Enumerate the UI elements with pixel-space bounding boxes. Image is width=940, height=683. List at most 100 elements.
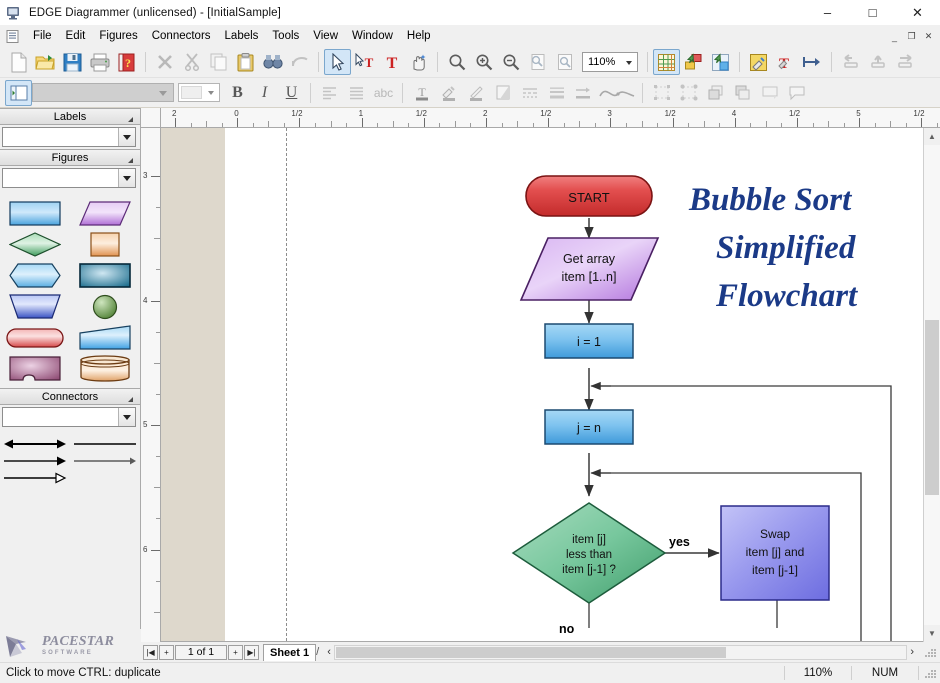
find-button[interactable] bbox=[259, 49, 286, 75]
add-page-before-button[interactable]: + bbox=[159, 644, 174, 660]
figure-props-button[interactable] bbox=[707, 49, 734, 75]
connectors-panel-header[interactable]: Connectors bbox=[0, 388, 140, 405]
window-resize-grip-icon[interactable] bbox=[923, 666, 937, 680]
arrow-style-button[interactable] bbox=[570, 80, 597, 106]
diagram-canvas[interactable]: START Get array item [1..n] i = 1 j = n … bbox=[161, 128, 923, 642]
comment-balloon-button[interactable] bbox=[783, 80, 810, 106]
fill-style-button[interactable] bbox=[745, 49, 772, 75]
toggle-grid-button[interactable] bbox=[653, 49, 680, 75]
align-right-button[interactable] bbox=[891, 49, 918, 75]
send-back-button[interactable] bbox=[729, 80, 756, 106]
group-button[interactable] bbox=[648, 80, 675, 106]
print-button[interactable] bbox=[86, 49, 113, 75]
shape-trapezoid-blue[interactable] bbox=[0, 291, 70, 322]
text-select-tool-button[interactable]: T bbox=[351, 49, 378, 75]
curve-line-button[interactable] bbox=[597, 80, 637, 106]
italic-button[interactable]: I bbox=[251, 80, 278, 106]
underline-button[interactable]: U bbox=[278, 80, 305, 106]
text-tool-button[interactable]: T bbox=[378, 49, 405, 75]
menu-view[interactable]: View bbox=[306, 27, 345, 46]
menu-file[interactable]: File bbox=[26, 27, 59, 46]
font-size-select[interactable] bbox=[178, 83, 220, 102]
shape-rect-teal[interactable] bbox=[70, 260, 140, 291]
apply-style-button[interactable] bbox=[799, 49, 826, 75]
zoom-page-button[interactable] bbox=[524, 49, 551, 75]
connectors-select[interactable] bbox=[2, 407, 136, 427]
document-icon[interactable] bbox=[5, 29, 20, 44]
line-dash-button[interactable] bbox=[516, 80, 543, 106]
align-text-left-button[interactable] bbox=[316, 80, 343, 106]
mdi-minimize-button[interactable]: _ bbox=[886, 29, 903, 44]
select-tool-button[interactable] bbox=[324, 49, 351, 75]
hscroll-thumb[interactable] bbox=[335, 646, 726, 658]
shape-square-orange[interactable] bbox=[70, 229, 140, 260]
window-minimize-button[interactable]: – bbox=[805, 0, 850, 26]
zoom-tool-button[interactable] bbox=[443, 49, 470, 75]
fill-color-button[interactable] bbox=[435, 80, 462, 106]
magic-tool-button[interactable] bbox=[405, 49, 432, 75]
figures-panel-header[interactable]: Figures bbox=[0, 149, 140, 166]
vertical-ruler[interactable]: 34567 bbox=[141, 128, 161, 642]
menu-tools[interactable]: Tools bbox=[265, 27, 306, 46]
scroll-up-button[interactable]: ▲ bbox=[924, 128, 940, 145]
note-button[interactable] bbox=[756, 80, 783, 106]
shape-skew-blue[interactable] bbox=[70, 322, 140, 353]
shape-rectangle-blue[interactable] bbox=[0, 198, 70, 229]
text-color-button[interactable]: T bbox=[408, 80, 435, 106]
save-file-button[interactable] bbox=[59, 49, 86, 75]
menu-figures[interactable]: Figures bbox=[92, 27, 144, 46]
figure-style-button[interactable] bbox=[680, 49, 707, 75]
mdi-restore-button[interactable]: ❐ bbox=[903, 29, 920, 44]
menu-window[interactable]: Window bbox=[345, 27, 400, 46]
shape-circle-green[interactable] bbox=[70, 291, 140, 322]
connector-double-arrow[interactable] bbox=[0, 437, 70, 451]
align-left-button[interactable] bbox=[837, 49, 864, 75]
connector-single-arrow[interactable] bbox=[0, 454, 70, 468]
shape-parallelogram-purple[interactable] bbox=[70, 198, 140, 229]
zoom-in-button[interactable] bbox=[470, 49, 497, 75]
connector-thin-arrow[interactable] bbox=[70, 454, 140, 468]
shape-diamond-green[interactable] bbox=[0, 229, 70, 260]
font-family-select[interactable] bbox=[32, 83, 174, 102]
connector-hollow-arrow[interactable] bbox=[0, 471, 70, 485]
align-top-button[interactable] bbox=[864, 49, 891, 75]
hscroll-left-button[interactable]: ‹ bbox=[327, 646, 331, 658]
panel-collapse-button[interactable] bbox=[5, 79, 32, 106]
menu-labels[interactable]: Labels bbox=[218, 27, 266, 46]
line-weight-button[interactable] bbox=[543, 80, 570, 106]
shape-hexagon-blue[interactable] bbox=[0, 260, 70, 291]
zoom-selection-button[interactable] bbox=[551, 49, 578, 75]
menu-help[interactable]: Help bbox=[400, 27, 438, 46]
zoom-out-button[interactable] bbox=[497, 49, 524, 75]
cut-button[interactable] bbox=[178, 49, 205, 75]
mdi-close-button[interactable]: ✕ bbox=[920, 29, 937, 44]
chevron-down-icon[interactable] bbox=[118, 169, 135, 187]
new-file-button[interactable] bbox=[5, 49, 32, 75]
menu-edit[interactable]: Edit bbox=[59, 27, 93, 46]
sheet-tab-sheet1[interactable]: Sheet 1 bbox=[263, 643, 317, 661]
shape-flag-purple[interactable] bbox=[0, 353, 70, 384]
labels-panel-header[interactable]: Labels bbox=[0, 108, 140, 125]
shadow-button[interactable] bbox=[489, 80, 516, 106]
vscroll-thumb[interactable] bbox=[925, 320, 939, 495]
vscroll-track[interactable] bbox=[924, 145, 940, 625]
align-text-center-button[interactable] bbox=[343, 80, 370, 106]
help-button[interactable]: ? bbox=[113, 49, 140, 75]
figures-select[interactable] bbox=[2, 168, 136, 188]
first-page-button[interactable]: |◀ bbox=[143, 644, 158, 660]
zoom-level-select[interactable]: 110% bbox=[582, 52, 638, 72]
scroll-down-button[interactable]: ▼ bbox=[924, 625, 940, 642]
delete-button[interactable] bbox=[151, 49, 178, 75]
horizontal-ruler[interactable]: 201/211/221/231/241/251/26 bbox=[161, 108, 940, 128]
window-maximize-button[interactable]: □ bbox=[850, 0, 895, 26]
open-file-button[interactable] bbox=[32, 49, 59, 75]
hscroll-right-button[interactable]: › bbox=[910, 646, 914, 658]
labels-select[interactable] bbox=[2, 127, 136, 147]
add-page-after-button[interactable]: + bbox=[228, 644, 243, 660]
paste-button[interactable] bbox=[232, 49, 259, 75]
vertical-scrollbar[interactable]: ▲ ▼ bbox=[923, 128, 940, 642]
last-page-button[interactable]: ▶| bbox=[244, 644, 259, 660]
shape-rounded-red[interactable] bbox=[0, 322, 70, 353]
menu-connectors[interactable]: Connectors bbox=[145, 27, 218, 46]
undo-button[interactable] bbox=[286, 49, 313, 75]
